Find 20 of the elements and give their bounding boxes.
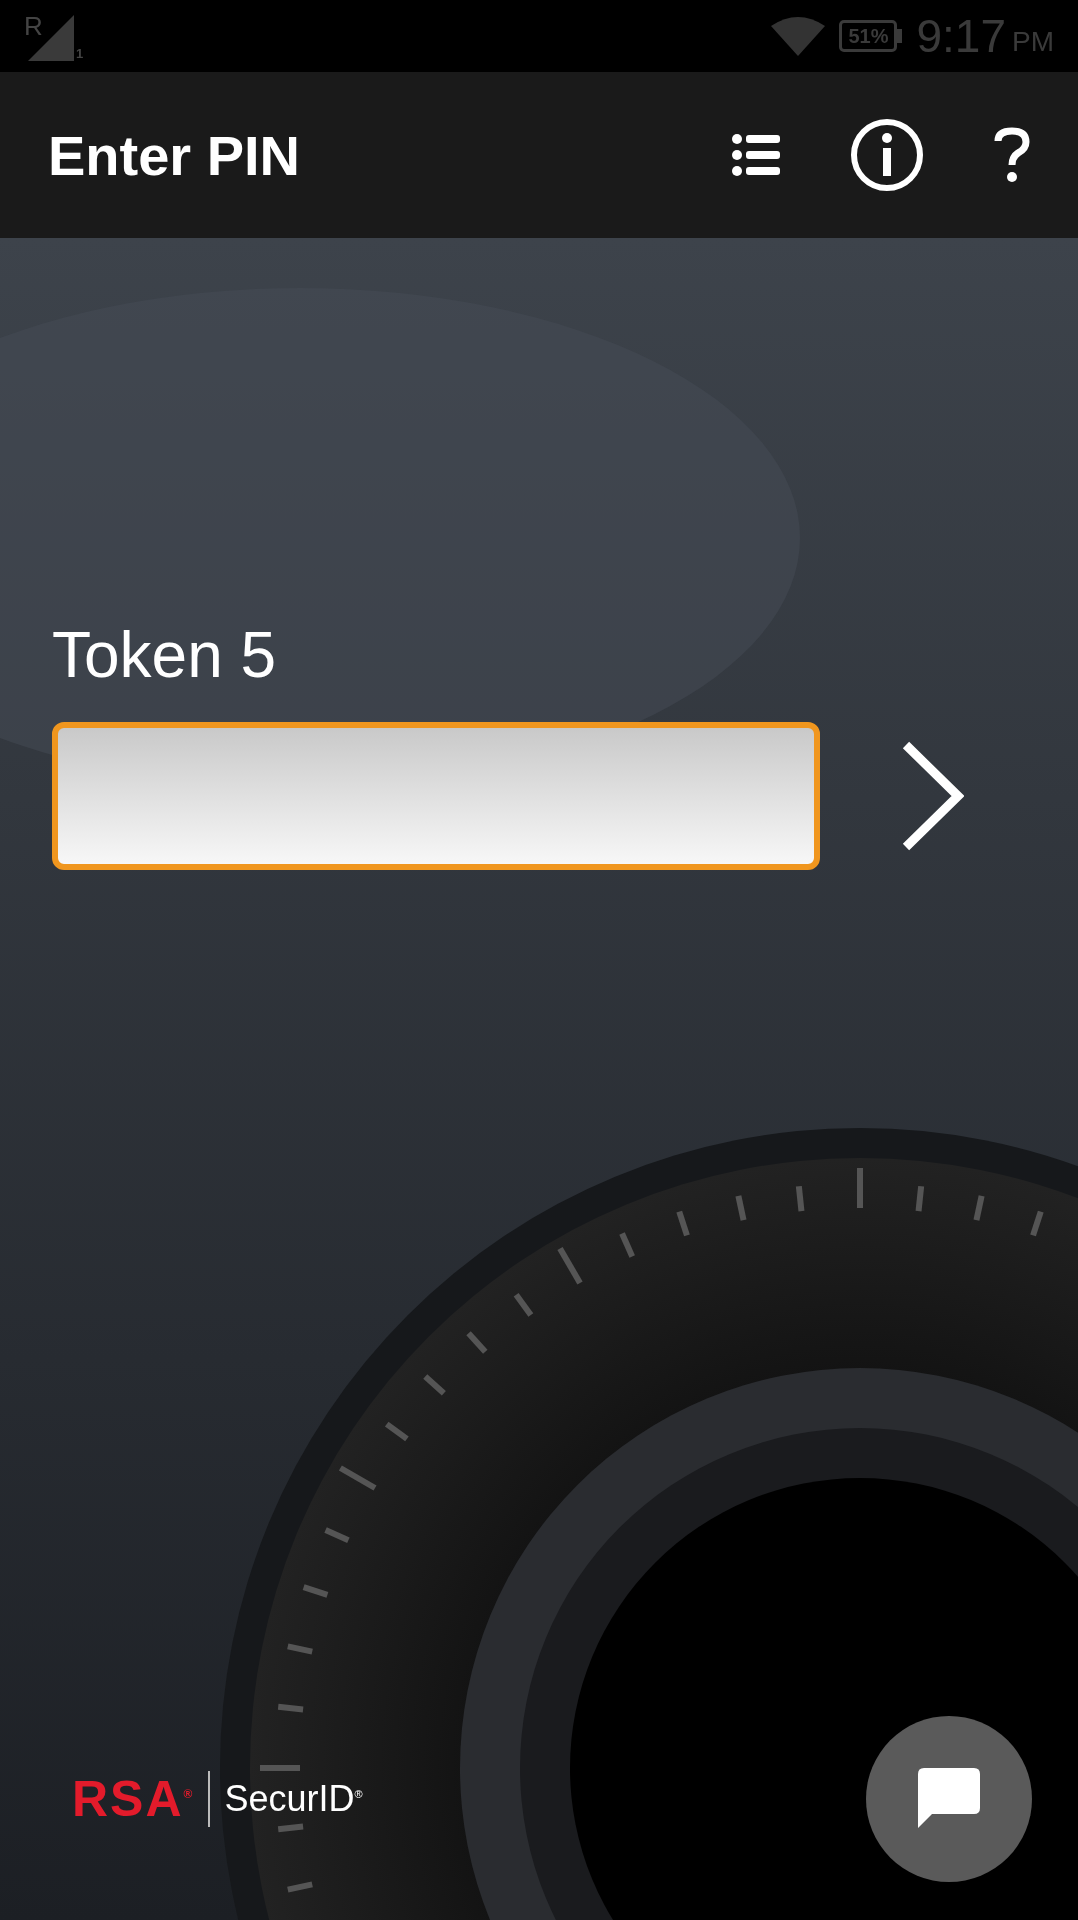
sim-number: 1: [76, 46, 84, 61]
info-icon: [850, 118, 924, 192]
product-name: SecurID$^{®}$: [224, 1778, 363, 1820]
info-button[interactable]: [850, 118, 924, 192]
next-button[interactable]: [900, 741, 964, 851]
brand-logo: RSA$^{®}$: [72, 1770, 195, 1828]
clock-time: 9:17: [916, 9, 1006, 63]
chat-icon: [918, 1768, 980, 1830]
wifi-icon: [771, 16, 826, 56]
list-button[interactable]: [732, 133, 780, 177]
screen-title: Enter PIN: [48, 122, 302, 188]
token-name: Token 5: [52, 618, 278, 692]
pin-field[interactable]: [52, 722, 820, 870]
list-icon: [732, 133, 780, 177]
signal-icon: [28, 15, 76, 61]
network-label: R: [24, 11, 43, 43]
help-icon: [994, 127, 1030, 183]
help-button[interactable]: [994, 127, 1030, 183]
clock-ampm: PM: [1012, 26, 1054, 58]
chevron-right-icon: [900, 741, 964, 851]
